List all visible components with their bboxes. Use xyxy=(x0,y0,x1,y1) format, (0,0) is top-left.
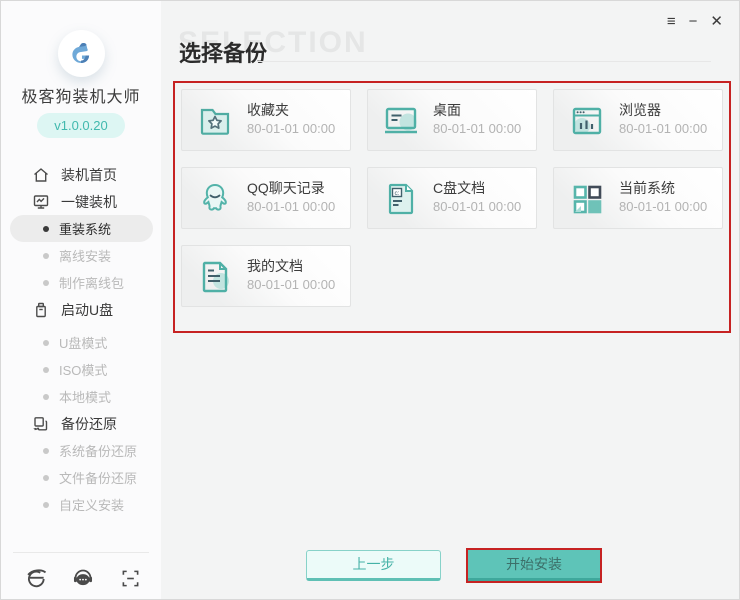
backup-card-my-documents[interactable]: 我的文档 80-01-01 00:00 xyxy=(181,245,351,307)
sidebar-item-reinstall-system[interactable]: 重装系统 xyxy=(1,215,161,242)
backup-card-date: 80-01-01 00:00 xyxy=(247,199,335,214)
backup-card-name: 浏览器 xyxy=(619,100,661,120)
app-window: 极客狗装机大师 v1.0.0.20 装机首页 一键装机 重装系统 xyxy=(0,0,740,600)
backup-card-browser[interactable]: 浏览器 80-01-01 00:00 xyxy=(553,89,723,151)
backup-card-name: QQ聊天记录 xyxy=(247,178,325,198)
backup-card-date: 80-01-01 00:00 xyxy=(247,121,335,136)
usb-icon xyxy=(32,301,50,319)
sidebar-item-iso-mode[interactable]: ISO模式 xyxy=(1,356,161,383)
backup-card-favorites[interactable]: 收藏夹 80-01-01 00:00 xyxy=(181,89,351,151)
backup-card-name: C盘文档 xyxy=(433,178,485,198)
browser-icon xyxy=(567,101,607,141)
sidebar-item-home[interactable]: 装机首页 xyxy=(1,161,161,188)
sidebar-item-system-backup-restore[interactable]: 系统备份还原 xyxy=(1,437,161,464)
bullet-icon xyxy=(43,367,49,373)
qq-icon xyxy=(195,179,235,219)
backup-card-date: 80-01-01 00:00 xyxy=(433,121,521,136)
bullet-icon xyxy=(43,394,49,400)
minimize-icon[interactable]: − xyxy=(689,12,698,32)
sidebar-item-local-mode[interactable]: 本地模式 xyxy=(1,383,161,410)
sidebar-footer-divider xyxy=(13,552,149,553)
sidebar-item-usb-mode[interactable]: U盘模式 xyxy=(1,329,161,356)
version-badge: v1.0.0.20 xyxy=(37,113,125,138)
current-system-icon xyxy=(567,179,607,219)
prev-step-button[interactable]: 上一步 xyxy=(306,550,441,581)
sidebar-item-boot-usb[interactable]: 启动U盘 xyxy=(1,296,161,323)
backup-card-qq-chat[interactable]: QQ聊天记录 80-01-01 00:00 xyxy=(181,167,351,229)
title-divider xyxy=(257,61,711,62)
bullet-icon xyxy=(43,340,49,346)
qr-scan-icon[interactable] xyxy=(119,567,141,589)
backup-card-date: 80-01-01 00:00 xyxy=(247,277,335,292)
backup-restore-icon xyxy=(32,415,50,433)
home-icon xyxy=(32,166,50,184)
sidebar-menu: 装机首页 一键装机 重装系统 离线安装 制作离线包 xyxy=(1,161,161,518)
app-logo xyxy=(58,30,105,77)
backup-card-name: 收藏夹 xyxy=(247,100,289,120)
backup-card-current-system[interactable]: 当前系统 80-01-01 00:00 xyxy=(553,167,723,229)
sidebar-item-make-offline-pkg[interactable]: 制作离线包 xyxy=(1,269,161,296)
window-controls: ≡ − ✕ xyxy=(667,12,723,32)
bullet-icon xyxy=(43,253,49,259)
desktop-icon xyxy=(381,101,421,141)
window-menu-icon[interactable]: ≡ xyxy=(667,12,676,32)
sidebar-item-offline-install[interactable]: 离线安装 xyxy=(1,242,161,269)
backup-card-name: 我的文档 xyxy=(247,256,303,276)
start-install-button[interactable]: 开始安装 xyxy=(468,550,600,581)
bullet-icon xyxy=(43,226,49,232)
svg-text:c:: c: xyxy=(395,190,400,197)
close-icon[interactable]: ✕ xyxy=(710,12,723,32)
bullet-icon xyxy=(43,280,49,286)
sidebar-item-file-backup-restore[interactable]: 文件备份还原 xyxy=(1,464,161,491)
favorites-folder-icon xyxy=(195,101,235,141)
backup-card-date: 80-01-01 00:00 xyxy=(619,121,707,136)
bullet-icon xyxy=(43,475,49,481)
annotation-box-start-button: 开始安装 xyxy=(466,548,602,583)
bullet-icon xyxy=(43,502,49,508)
page-title: 选择备份 xyxy=(179,36,267,68)
ie-browser-icon[interactable] xyxy=(25,567,47,589)
app-name: 极客狗装机大师 xyxy=(1,83,161,107)
backup-card-desktop[interactable]: 桌面 80-01-01 00:00 xyxy=(367,89,537,151)
sidebar-item-backup-restore[interactable]: 备份还原 xyxy=(1,410,161,437)
bullet-icon xyxy=(43,448,49,454)
my-documents-icon xyxy=(195,257,235,297)
dog-g-logo-icon xyxy=(66,39,96,69)
sidebar: 极客狗装机大师 v1.0.0.20 装机首页 一键装机 重装系统 xyxy=(1,1,161,600)
sidebar-item-custom-install[interactable]: 自定义安装 xyxy=(1,491,161,518)
sidebar-item-onekey-install[interactable]: 一键装机 xyxy=(1,188,161,215)
monitor-icon xyxy=(32,193,50,211)
customer-service-icon[interactable] xyxy=(72,567,94,589)
backup-card-date: 80-01-01 00:00 xyxy=(619,199,707,214)
backup-card-name: 桌面 xyxy=(433,100,461,120)
main-panel: ≡ − ✕ SELECTION 选择备份 收藏夹 80-01-01 00:00 xyxy=(161,1,739,599)
c-drive-doc-icon: c: xyxy=(381,179,421,219)
backup-card-c-drive-docs[interactable]: c: C盘文档 80-01-01 00:00 xyxy=(367,167,537,229)
backup-card-date: 80-01-01 00:00 xyxy=(433,199,521,214)
backup-card-name: 当前系统 xyxy=(619,178,675,198)
